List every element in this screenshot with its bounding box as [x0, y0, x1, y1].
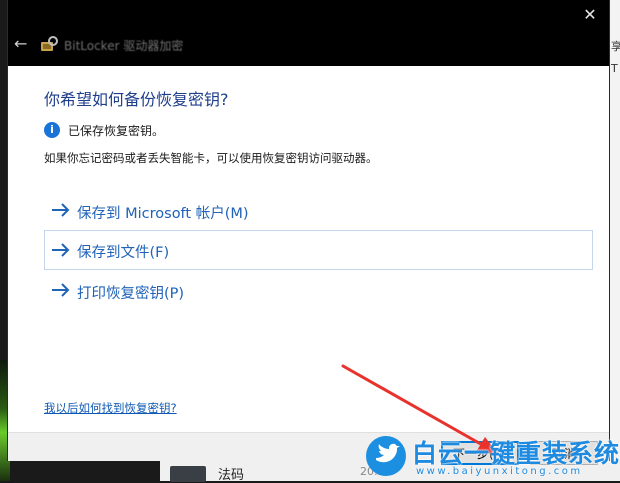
option-label: 保存到文件(F)	[77, 245, 170, 261]
arrow-right-icon	[52, 243, 70, 257]
arrow-right-icon	[52, 283, 70, 297]
background-item-text: 法码	[218, 468, 245, 483]
watermark-title: 白云一键重装系统	[412, 439, 620, 468]
background-window-edge: 享 T	[609, 0, 620, 481]
bitlocker-icon	[41, 36, 58, 51]
arrow-right-icon	[52, 203, 70, 217]
info-text: 已保存恢复密钥。	[68, 124, 165, 138]
option-label: 保存到 Microsoft 帐户(M)	[77, 206, 249, 222]
watermark: 白云一键重装系统 www.baiyunxitong.com	[362, 432, 620, 481]
info-icon: i	[44, 122, 60, 138]
option-print-recovery-key[interactable]: 打印恢复密钥(P)	[44, 272, 593, 310]
twitter-bird-logo-icon	[366, 436, 406, 476]
description-text: 如果你忘记密码或者丢失智能卡，可以使用恢复密钥访问驱动器。	[44, 151, 378, 165]
window-title: BitLocker 驱动器加密	[64, 39, 184, 53]
option-save-microsoft-account[interactable]: 保存到 Microsoft 帐户(M)	[44, 192, 593, 230]
find-recovery-key-link[interactable]: 我以后如何找到恢复密钥?	[44, 400, 177, 416]
bitlocker-dialog: ✕ ← BitLocker 驱动器加密 你希望如何备份恢复密钥? i 已保存恢复…	[8, 0, 609, 465]
back-button[interactable]: ←	[14, 35, 32, 53]
option-label: 打印恢复密钥(P)	[77, 286, 185, 302]
option-save-to-file[interactable]: 保存到文件(F)	[44, 230, 593, 270]
page-heading: 你希望如何备份恢复密钥?	[44, 90, 229, 109]
title-bar: ✕ ← BitLocker 驱动器加密	[8, 0, 609, 66]
background-char: 享	[611, 40, 620, 53]
background-thumbnail	[170, 466, 206, 482]
background-char: T	[611, 62, 618, 75]
watermark-url: www.baiyunxitong.com	[416, 466, 583, 477]
close-button[interactable]: ✕	[579, 4, 601, 26]
